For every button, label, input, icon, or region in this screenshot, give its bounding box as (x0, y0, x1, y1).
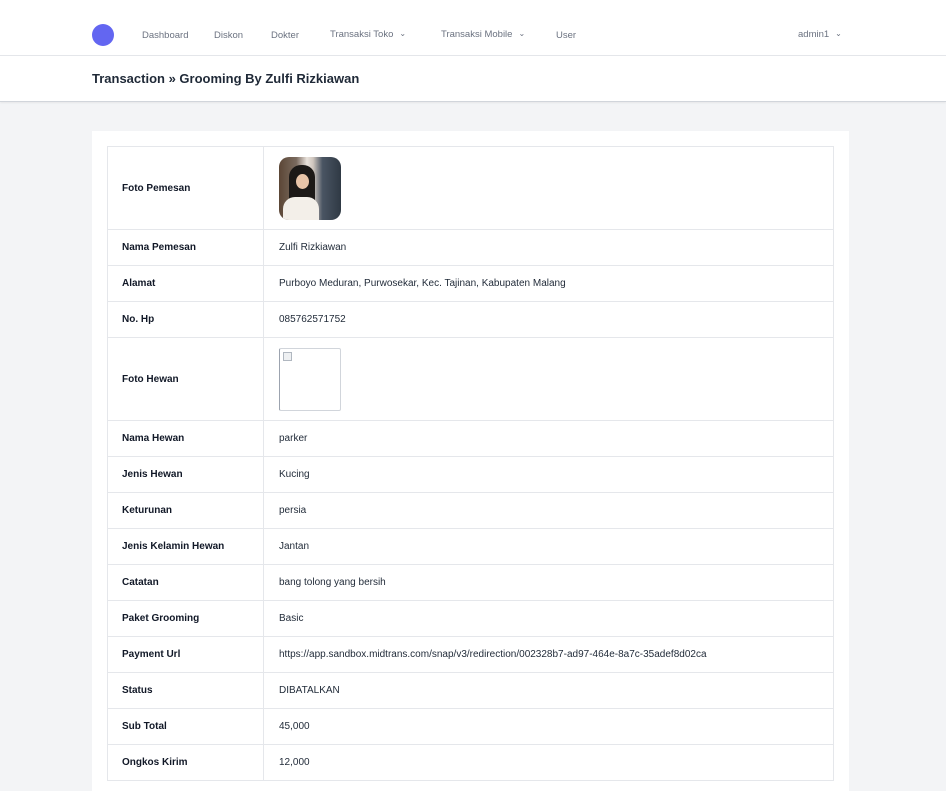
row-value: parker (263, 420, 834, 457)
row-label: Nama Hewan (107, 420, 264, 457)
row-value: persia (263, 492, 834, 529)
user-menu-label: admin1 (798, 29, 830, 40)
row-value (263, 337, 834, 421)
row-label: Jenis Kelamin Hewan (107, 528, 264, 565)
row-label: Nama Pemesan (107, 229, 264, 266)
row-label: Alamat (107, 265, 264, 302)
page-header: Transaction » Grooming By Zulfi Rizkiawa… (0, 56, 946, 102)
table-row: Foto Pemesan (107, 146, 834, 230)
nav-diskon[interactable]: Diskon (214, 30, 243, 41)
photo-shirt-shape (283, 196, 319, 220)
chevron-down-icon: ⌄ (518, 29, 526, 38)
pet-photo (279, 347, 341, 411)
page-title: Transaction » Grooming By Zulfi Rizkiawa… (92, 71, 360, 86)
row-label: No. Hp (107, 301, 264, 338)
top-navbar: Dashboard Diskon Dokter Transaksi Toko ⌄ … (0, 0, 946, 56)
transaction-detail-table: Foto Pemesan Nama Pemesan Zulfi Rizkiawa… (107, 146, 834, 781)
table-row: Nama Pemesan Zulfi Rizkiawan (107, 229, 834, 266)
table-row: Sub Total 45,000 (107, 708, 834, 745)
broken-image-icon (283, 351, 292, 361)
nav-transaksi-mobile[interactable]: Transaksi Mobile ⌄ (441, 29, 525, 40)
nav-transaksi-toko-label: Transaksi Toko (330, 29, 394, 40)
table-row: Paket Grooming Basic (107, 600, 834, 637)
customer-photo (279, 156, 341, 220)
table-row: Nama Hewan parker (107, 420, 834, 457)
row-value (263, 146, 834, 230)
row-label: Paket Grooming (107, 600, 264, 637)
payment-url-value: https://app.sandbox.midtrans.com/snap/v3… (263, 636, 834, 673)
chevron-down-icon: ⌄ (835, 29, 842, 38)
row-value: bang tolong yang bersih (263, 564, 834, 601)
row-value: 45,000 (263, 708, 834, 745)
table-row: Keturunan persia (107, 492, 834, 529)
table-row: Jenis Hewan Kucing (107, 456, 834, 493)
row-label: Status (107, 672, 264, 709)
row-label: Foto Hewan (107, 337, 264, 421)
table-row: Ongkos Kirim 12,000 (107, 744, 834, 781)
nav-transaksi-mobile-label: Transaksi Mobile (441, 29, 513, 40)
table-row: Status DIBATALKAN (107, 672, 834, 709)
nav-dashboard[interactable]: Dashboard (142, 30, 188, 41)
table-row: Catatan bang tolong yang bersih (107, 564, 834, 601)
row-label: Keturunan (107, 492, 264, 529)
table-row: Jenis Kelamin Hewan Jantan (107, 528, 834, 565)
row-label: Sub Total (107, 708, 264, 745)
row-label: Payment Url (107, 636, 264, 673)
row-value: 085762571752 (263, 301, 834, 338)
nav-dokter[interactable]: Dokter (271, 30, 299, 41)
nav-transaksi-toko[interactable]: Transaksi Toko ⌄ (330, 29, 406, 40)
status-value: DIBATALKAN (263, 672, 834, 709)
table-row: Payment Url https://app.sandbox.midtrans… (107, 636, 834, 673)
table-row: Alamat Purboyo Meduran, Purwosekar, Kec.… (107, 265, 834, 302)
table-row: No. Hp 085762571752 (107, 301, 834, 338)
row-value: 12,000 (263, 744, 834, 781)
row-value: Zulfi Rizkiawan (263, 229, 834, 266)
row-value: Basic (263, 600, 834, 637)
row-label: Jenis Hewan (107, 456, 264, 493)
detail-card: Foto Pemesan Nama Pemesan Zulfi Rizkiawa… (92, 131, 849, 791)
row-value: Kucing (263, 456, 834, 493)
row-label: Ongkos Kirim (107, 744, 264, 781)
row-value: Jantan (263, 528, 834, 565)
row-label: Catatan (107, 564, 264, 601)
planet-logo-icon[interactable] (92, 24, 114, 46)
chevron-down-icon: ⌄ (399, 29, 407, 38)
photo-face-shape (296, 173, 309, 189)
row-label: Foto Pemesan (107, 146, 264, 230)
row-value: Purboyo Meduran, Purwosekar, Kec. Tajina… (263, 265, 834, 302)
nav-user[interactable]: User (556, 30, 576, 41)
user-menu[interactable]: admin1 ⌄ (798, 29, 842, 40)
table-row: Foto Hewan (107, 337, 834, 421)
